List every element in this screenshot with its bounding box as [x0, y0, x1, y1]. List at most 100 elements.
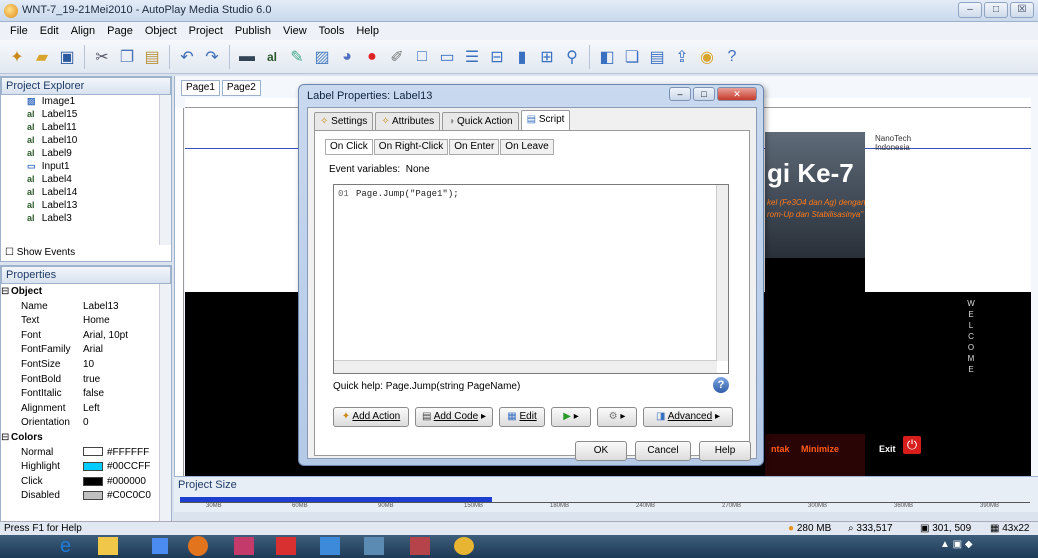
menu-edit[interactable]: Edit — [34, 25, 65, 37]
property-value[interactable]: #FFFFFF — [83, 447, 149, 458]
script-editor[interactable]: 01 Page.Jump("Page1"); — [333, 184, 729, 374]
build-icon[interactable]: ◉ — [696, 46, 718, 68]
flash-object-icon[interactable]: ◕ — [336, 46, 358, 68]
property-value[interactable]: #C0C0C0 — [83, 490, 151, 501]
property-row[interactable]: Highlight #00CCFF — [1, 461, 159, 474]
tree-scrollbar[interactable] — [159, 95, 171, 245]
code-vscroll[interactable] — [716, 185, 728, 361]
add-action-button[interactable]: ✦ Add Action — [333, 407, 409, 427]
tree-item[interactable]: al Label4 — [1, 173, 159, 186]
property-row[interactable]: FontFamily Arial — [1, 344, 159, 357]
dialog-minimize-button[interactable]: – — [669, 87, 691, 101]
edit-button[interactable]: ▦ Edit — [499, 407, 545, 427]
tab-script[interactable]: ▤ Script — [520, 110, 571, 130]
property-value[interactable]: false — [83, 388, 104, 399]
dialog-close-button[interactable]: ✕ — [717, 87, 757, 101]
property-row[interactable]: Disabled #C0C0C0 — [1, 490, 159, 503]
tree-item[interactable]: ▭ Input1 — [1, 160, 159, 173]
menu-project[interactable]: Project — [183, 25, 229, 37]
tree-item[interactable]: ▨ Image1 — [1, 95, 159, 108]
tab-settings[interactable]: ✧ Settings — [314, 112, 374, 130]
advanced-button[interactable]: ◨ Advanced ▸ — [643, 407, 733, 427]
property-value[interactable]: #000000 — [83, 476, 146, 487]
zoom-icon[interactable]: ⚲ — [561, 46, 583, 68]
minimize-button[interactable]: – — [958, 2, 982, 18]
dialog-maximize-button[interactable]: □ — [693, 87, 715, 101]
publish-icon[interactable]: ⇪ — [671, 46, 693, 68]
open-folder-icon[interactable]: ▰ — [31, 46, 53, 68]
property-value[interactable]: Arial — [83, 344, 103, 355]
subtab-on-enter[interactable]: On Enter — [449, 139, 500, 155]
input-object-icon[interactable]: ▭ — [436, 46, 458, 68]
label-object-icon[interactable]: al — [261, 46, 283, 68]
tree-item[interactable]: al Label13 — [1, 199, 159, 212]
explorer-icon[interactable] — [98, 537, 118, 555]
property-row[interactable]: Font Arial, 10pt — [1, 330, 159, 343]
menu-align[interactable]: Align — [65, 25, 101, 37]
tree-object-icon[interactable]: ⊞ — [536, 46, 558, 68]
listbox-object-icon[interactable]: ☰ — [461, 46, 483, 68]
property-value[interactable]: 0 — [83, 417, 89, 428]
maximize-button[interactable]: □ — [984, 2, 1008, 18]
property-row[interactable]: Normal #FFFFFF — [1, 447, 159, 460]
preview-icon[interactable]: ◧ — [596, 46, 618, 68]
tab-page2[interactable]: Page2 — [221, 80, 261, 96]
property-value[interactable]: Arial, 10pt — [83, 330, 128, 341]
move-action-button[interactable]: ▶ ▸ — [551, 407, 591, 427]
menu-page[interactable]: Page — [101, 25, 139, 37]
tree-item[interactable]: al Label9 — [1, 147, 159, 160]
help-info-icon[interactable]: ? — [713, 377, 729, 393]
app-icon[interactable] — [152, 538, 168, 554]
tray-icons[interactable]: ▲ ▣ ◆ — [940, 539, 973, 550]
property-value[interactable]: Home — [83, 315, 110, 326]
power-icon[interactable]: ⏻ — [903, 436, 921, 454]
property-row[interactable]: Text Home — [1, 315, 159, 328]
menu-file[interactable]: File — [4, 25, 34, 37]
save-icon[interactable]: ▣ — [56, 46, 78, 68]
tab-attributes[interactable]: ✧ Attributes — [375, 112, 441, 130]
subtab-on-click[interactable]: On Click — [325, 139, 373, 155]
redo-icon[interactable]: ↷ — [201, 46, 223, 68]
rectangle-object-icon[interactable]: □ — [411, 46, 433, 68]
tree-item[interactable]: al Label15 — [1, 108, 159, 121]
add-code-button[interactable]: ▤ Add Code ▸ — [415, 407, 493, 427]
button-object-icon[interactable]: ▬ — [236, 46, 258, 68]
paragraph-object-icon[interactable]: ✎ — [286, 46, 308, 68]
autoplay-icon[interactable] — [454, 537, 474, 555]
wand-icon[interactable]: ✦ — [6, 46, 28, 68]
paste-icon[interactable]: ▤ — [141, 46, 163, 68]
menu-publish[interactable]: Publish — [229, 25, 277, 37]
pen-icon[interactable]: ✐ — [386, 46, 408, 68]
document-icon[interactable]: ▤ — [646, 46, 668, 68]
ie-icon[interactable]: e — [60, 535, 71, 558]
tree-item[interactable]: al Label10 — [1, 134, 159, 147]
ok-button[interactable]: OK — [575, 441, 627, 461]
property-group[interactable]: ⊟ Colors — [1, 432, 159, 445]
property-value[interactable]: Label13 — [83, 301, 119, 312]
property-row[interactable]: FontSize 10 — [1, 359, 159, 372]
code-line[interactable]: Page.Jump("Page1"); — [356, 189, 459, 199]
menu-help[interactable]: Help — [350, 25, 385, 37]
tree-item[interactable]: al Label3 — [1, 212, 159, 225]
reorder-button[interactable]: ⚙ ▸ — [597, 407, 637, 427]
tree-item[interactable]: al Label11 — [1, 121, 159, 134]
show-events-checkbox[interactable]: ☐ Show Events — [5, 247, 75, 258]
property-row[interactable]: FontItalic false — [1, 388, 159, 401]
menu-view[interactable]: View — [277, 25, 313, 37]
property-value[interactable]: true — [83, 374, 100, 385]
menu-tools[interactable]: Tools — [313, 25, 351, 37]
collapse-icon[interactable]: ⊟ — [1, 432, 9, 443]
property-value[interactable]: #00CCFF — [83, 461, 150, 472]
color-swatch[interactable] — [83, 476, 103, 486]
cut-icon[interactable]: ✂ — [91, 46, 113, 68]
progress-object-icon[interactable]: ▮ — [511, 46, 533, 68]
tab-quick-action[interactable]: ◑ Quick Action — [442, 112, 519, 130]
image-object-icon[interactable]: ▨ — [311, 46, 333, 68]
firefox-icon[interactable] — [188, 536, 208, 556]
property-group[interactable]: ⊟ Object — [1, 286, 159, 299]
property-row[interactable]: Alignment Left — [1, 403, 159, 416]
app-icon[interactable] — [320, 537, 340, 555]
tree-item[interactable]: al Label14 — [1, 186, 159, 199]
close-button[interactable]: ☒ — [1010, 2, 1034, 18]
subtab-on-leave[interactable]: On Leave — [500, 139, 554, 155]
